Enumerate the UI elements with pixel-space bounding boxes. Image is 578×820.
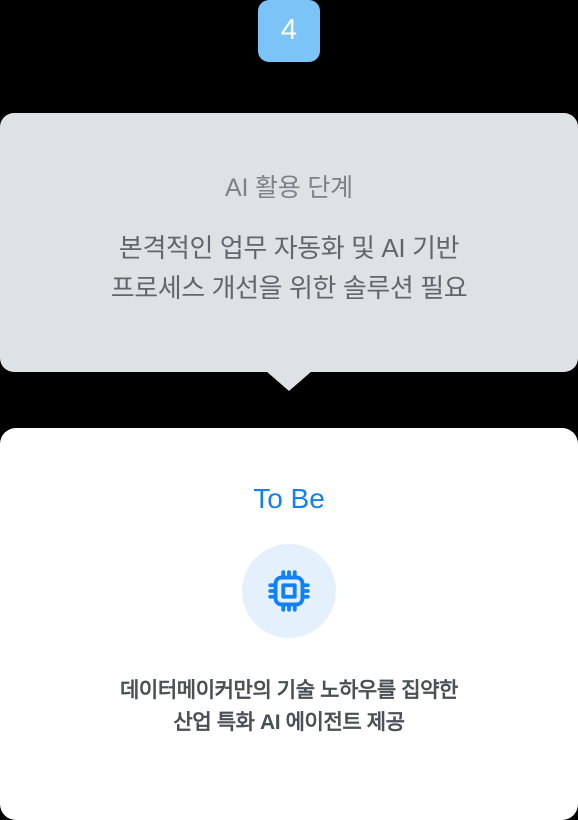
card-heading: To Be [253, 483, 325, 514]
bubble-body: 본격적인 업무 자동화 및 AI 기반 프로세스 개선을 위한 솔루션 필요 [111, 229, 468, 308]
bubble-body-line-1: 본격적인 업무 자동화 및 AI 기반 [118, 233, 460, 263]
card-description-line-1: 데이터메이커만의 기술 노하우를 집약한 [120, 678, 458, 702]
bubble-title: AI 활용 단계 [225, 174, 353, 202]
step-card-stage: 4 AI 활용 단계 본격적인 업무 자동화 및 AI 기반 프로세스 개선을 … [0, 0, 578, 820]
cpu-chip-icon [266, 568, 312, 614]
bubble-body-line-2: 프로세스 개선을 위한 솔루션 필요 [110, 272, 468, 303]
step-number-badge: 4 [258, 0, 320, 62]
icon-badge [242, 543, 336, 638]
bubble-tail-arrow [266, 371, 312, 391]
step-number-label: 4 [280, 13, 298, 46]
card-description-line-2: 산업 특화 AI 에이전트 제공 [173, 711, 405, 735]
stage-description-bubble: AI 활용 단계 본격적인 업무 자동화 및 AI 기반 프로세스 개선을 위한… [0, 113, 578, 372]
solution-card: To Be 데이터메이커만의 기술 노하우를 집약한 산업 특화 AI 에이전트… [0, 428, 578, 820]
card-description: 데이터메이커만의 기술 노하우를 집약한 산업 특화 AI 에이전트 제공 [120, 675, 458, 740]
